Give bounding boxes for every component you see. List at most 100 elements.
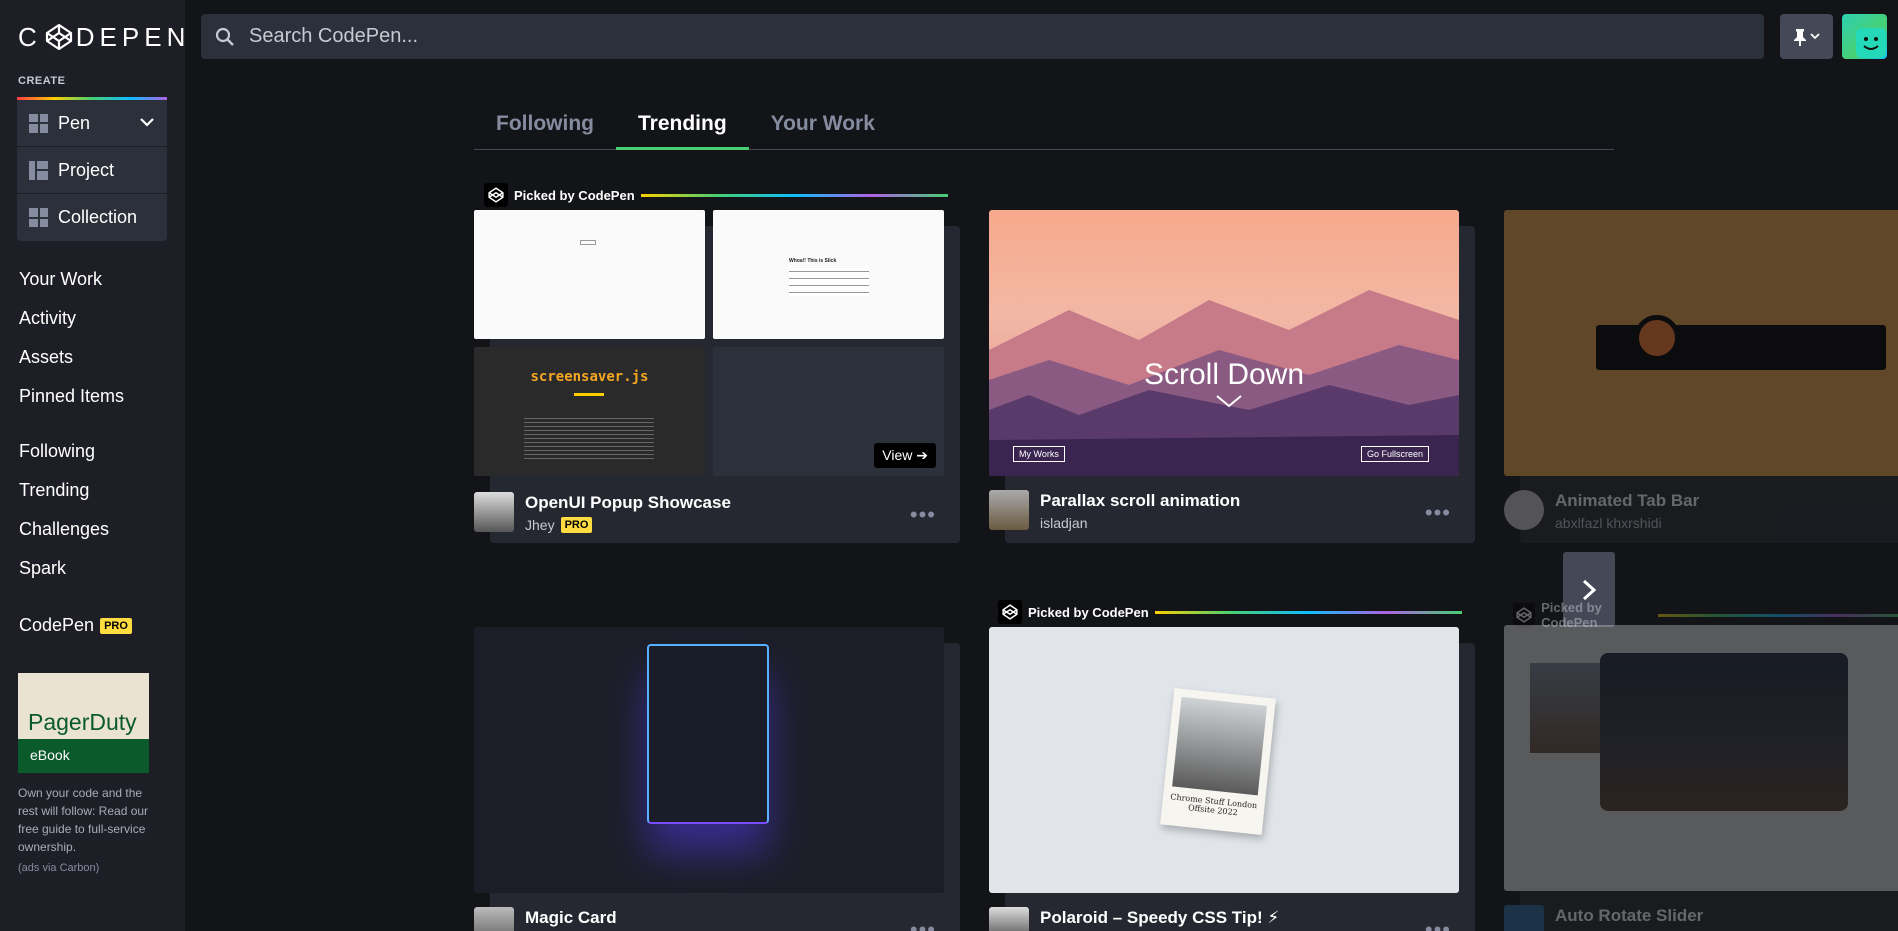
tab-following[interactable]: Following [474,108,616,150]
picked-gradient-line [1154,610,1462,614]
chevron-down-icon [1215,394,1243,413]
tab-trending[interactable]: Trending [615,108,749,150]
polaroid-photo [1172,696,1268,796]
codepen-pro-label: CodePen [19,615,95,635]
pro-badge: PRO [560,517,593,533]
parallax-mountains-illustration [989,290,1459,476]
collection-icon [29,208,48,227]
magic-card-illustration [647,644,769,824]
pinned-items-button[interactable] [1780,14,1833,59]
nav-assets[interactable]: Assets [19,338,124,377]
picked-gradient-line [1658,613,1898,617]
card-meta: Magic Card ••• [474,907,944,931]
pen-title[interactable]: Polaroid – Speedy CSS Tip! ⚡ [1040,908,1279,928]
card-preview-grid[interactable]: Whoa!! This is Slick screensaver.js View… [474,210,944,476]
author-avatar[interactable] [1504,490,1544,530]
create-collection-label: Collection [58,207,138,227]
more-options-icon[interactable]: ••• [910,917,936,931]
nav-trending[interactable]: Trending [19,471,109,510]
create-label: CREATE [18,75,66,87]
preview-text-lines [524,415,654,461]
pen-title[interactable]: Auto Rotate Slider [1555,906,1703,926]
codepen-cube-icon [45,23,72,51]
sidebar: C DEPEN CREATE Pen Project Collection Yo… [0,0,185,931]
avatar-face [1856,28,1886,58]
preview-text-lines [789,268,869,296]
ad-tag: eBook [18,739,149,773]
preview-small-button [580,240,596,245]
preview-tile: Whoa!! This is Slick [713,210,944,339]
author-name: Jhey [525,517,555,533]
codepen-cube-icon [484,183,508,207]
create-collection-button[interactable]: Collection [17,194,167,241]
more-options-icon[interactable]: ••• [910,502,936,528]
ad-text[interactable]: Own your code and the rest will follow: … [18,784,149,856]
logo-depen: DEPEN [75,21,191,52]
author-avatar[interactable] [989,907,1029,931]
go-fullscreen-button[interactable]: Go Fullscreen [1360,446,1429,462]
chevron-down-icon[interactable] [139,114,155,132]
card-preview[interactable]: Scroll Down My Works Go Fullscreen [989,210,1459,476]
arrow-right-icon: ➔ [916,447,928,463]
card-preview[interactable] [1504,625,1898,891]
view-button[interactable]: View ➔ [874,443,936,468]
pen-title[interactable]: Parallax scroll animation [1040,491,1240,511]
ad-via[interactable]: (ads via Carbon) [18,862,149,874]
pen-grid-icon [29,113,48,133]
card-meta: Animated Tab Bar abxlfazl khxrshidi [1504,490,1898,532]
nav-activity[interactable]: Activity [19,299,124,338]
card-meta: Auto Rotate Slider [1504,905,1898,931]
create-pen-button[interactable]: Pen [17,100,167,147]
pen-title[interactable]: Animated Tab Bar [1555,491,1699,511]
nav-group-personal: Your Work Activity Assets Pinned Items [19,260,124,416]
logo-c: C [18,21,42,52]
preview-bar [574,393,604,396]
pen-author[interactable]: isladjan [1040,515,1087,531]
card-preview[interactable] [1504,210,1898,476]
picked-label: Picked by CodePen [1028,604,1149,620]
carbon-ad[interactable]: PagerDuty eBook Own your code and the re… [18,673,149,874]
card-preview[interactable]: Chrome Stuff London Offsite 2022 [989,627,1459,893]
preview-whoa-text: Whoa!! This is Slick [789,258,837,264]
pro-badge: PRO [100,617,132,634]
ad-brand: PagerDuty [28,709,137,735]
nav-pinned-items[interactable]: Pinned Items [19,377,124,416]
pen-author[interactable]: Jhey PRO [525,517,593,533]
author-avatar[interactable] [989,490,1029,530]
picked-label: Picked by CodePen [514,187,635,203]
author-avatar[interactable] [1504,905,1544,931]
preview-tile: View ➔ [713,347,944,476]
create-project-button[interactable]: Project [17,147,167,194]
codepen-logo[interactable]: C DEPEN [18,22,190,52]
codepen-pro-link[interactable]: CodePen PRO [19,606,132,645]
polaroid-frame: Chrome Stuff London Offsite 2022 [1160,688,1276,835]
tab-your-work[interactable]: Your Work [749,108,897,150]
more-options-icon[interactable]: ••• [1425,917,1451,931]
pen-title[interactable]: OpenUI Popup Showcase [525,493,731,513]
preview-screensaver-title: screensaver.js [530,369,649,385]
preview-tile: screensaver.js [474,347,705,476]
nav-your-work[interactable]: Your Work [19,260,124,299]
codepen-cube-icon [998,600,1022,624]
more-options-icon[interactable]: ••• [1425,500,1451,526]
create-pen-label: Pen [58,112,91,133]
pen-title[interactable]: Magic Card [525,908,617,928]
preview-tile [474,210,705,339]
ad-image[interactable]: PagerDuty eBook [18,673,149,773]
slider-main-image [1600,653,1848,811]
feed-tabs: Following Trending Your Work [474,108,1614,150]
search-input[interactable] [249,25,1649,48]
pen-author[interactable]: abxlfazl khxrshidi [1555,515,1662,531]
nav-spark[interactable]: Spark [19,549,109,588]
author-avatar[interactable] [474,492,514,532]
card-preview[interactable] [474,627,944,893]
chevron-right-icon [1582,579,1596,600]
my-works-button[interactable]: My Works [1013,446,1065,462]
nav-challenges[interactable]: Challenges [19,510,109,549]
author-avatar[interactable] [474,907,514,931]
nav-following[interactable]: Following [19,432,109,471]
pin-icon [1794,28,1806,46]
user-avatar[interactable] [1842,14,1887,59]
search-bar[interactable] [201,14,1764,59]
codepen-cube-icon [1513,603,1536,627]
